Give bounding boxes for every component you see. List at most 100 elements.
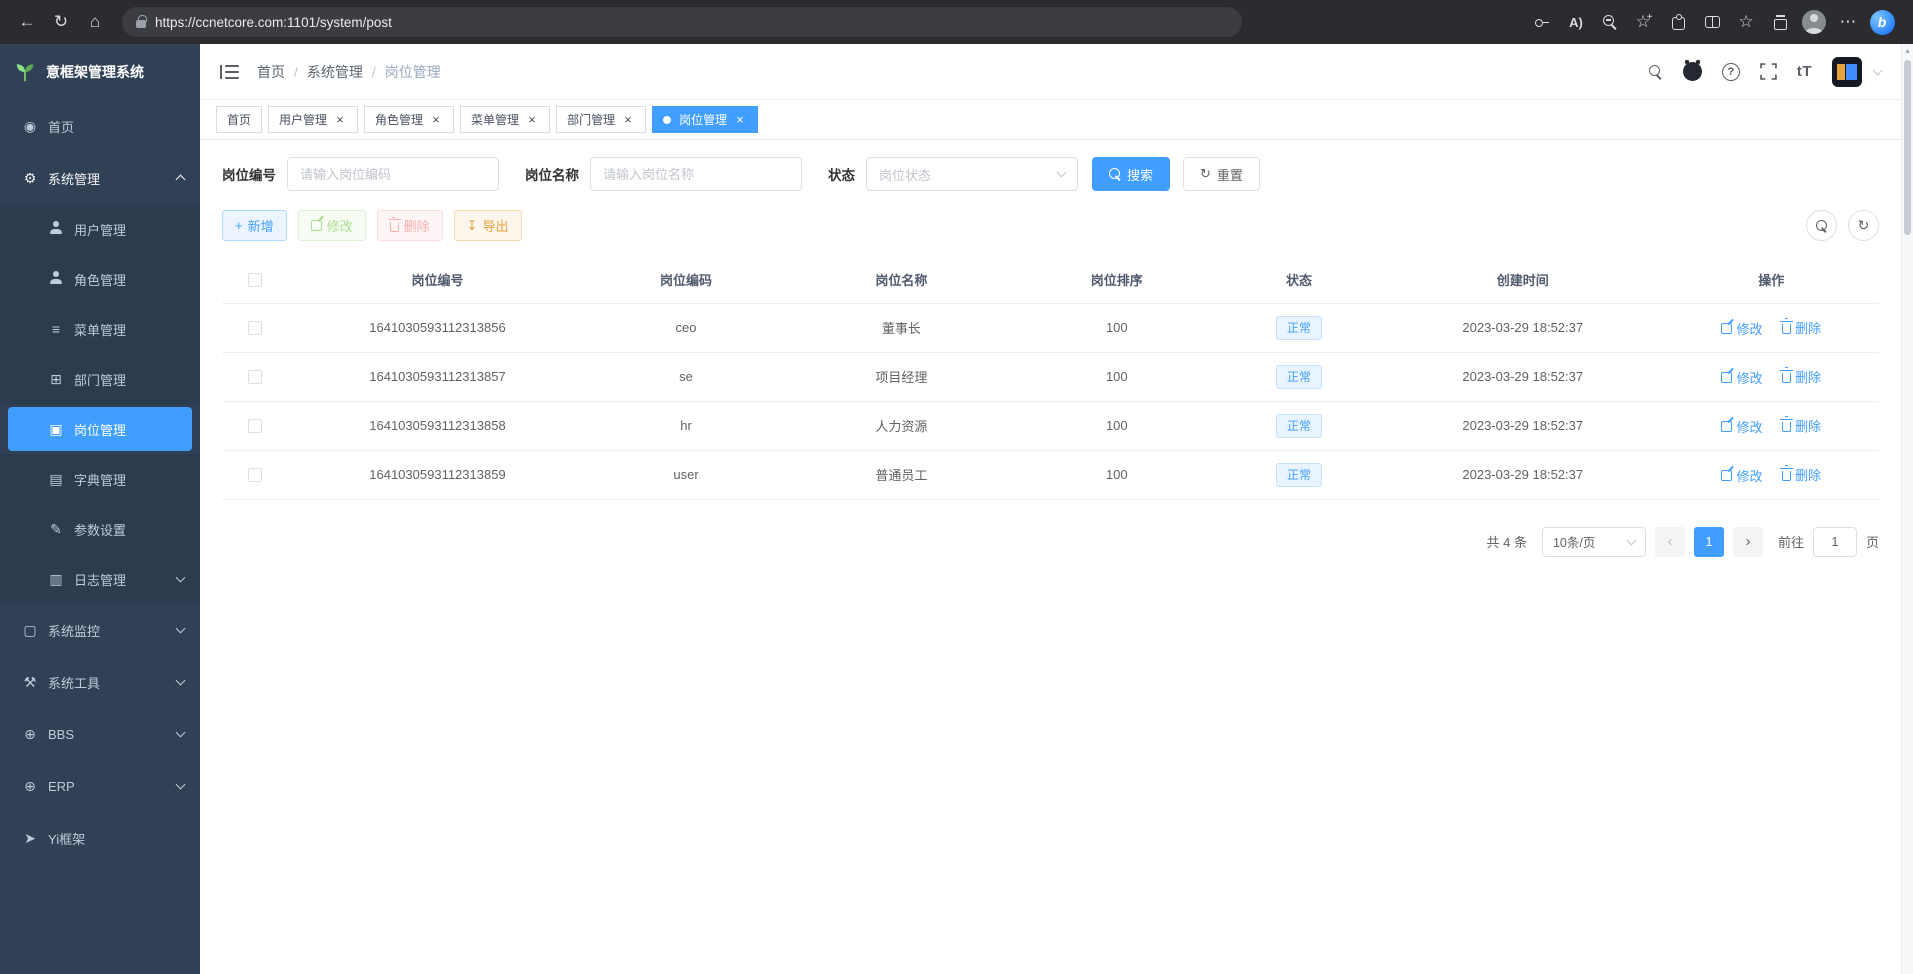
page-size-select[interactable]: 10条/页: [1542, 527, 1646, 557]
sidebar-item-home[interactable]: ◉ 首页: [0, 100, 200, 152]
password-key-icon[interactable]: [1525, 6, 1559, 38]
split-screen-icon[interactable]: [1695, 6, 1729, 38]
favorites-bar-icon[interactable]: ☆: [1729, 6, 1763, 38]
tab-users[interactable]: 用户管理 ×: [268, 106, 358, 133]
row-delete-button[interactable]: 删除: [1782, 367, 1821, 386]
scrollbar-thumb[interactable]: [1904, 60, 1911, 235]
sidebar-toggle-icon[interactable]: [220, 65, 239, 79]
row-delete-button[interactable]: 删除: [1782, 416, 1821, 435]
select-all-checkbox[interactable]: [248, 273, 262, 287]
browser-profile-avatar[interactable]: [1797, 6, 1831, 38]
user-avatar-menu[interactable]: [1832, 57, 1862, 87]
tab-roles[interactable]: 角色管理 ×: [364, 106, 454, 133]
scrollbar-up-arrow[interactable]: ▴: [1902, 44, 1913, 55]
row-delete-button[interactable]: 删除: [1782, 318, 1821, 337]
address-bar[interactable]: https://ccnetcore.com:1101/system/post: [122, 7, 1242, 37]
close-icon[interactable]: ×: [733, 113, 747, 127]
close-icon[interactable]: ×: [621, 113, 635, 127]
row-edit-label: 修改: [1736, 319, 1762, 338]
sidebar-item-menus[interactable]: ≡ 菜单管理: [0, 304, 200, 354]
export-button-label: 导出: [483, 216, 509, 235]
chevron-down-icon: [176, 573, 186, 583]
copilot-bing-icon[interactable]: b: [1865, 6, 1899, 38]
tab-posts-active[interactable]: 岗位管理 ×: [652, 106, 758, 133]
post-code-input[interactable]: [287, 157, 499, 191]
edit-button[interactable]: 修改: [298, 210, 366, 241]
post-name-input[interactable]: [590, 157, 802, 191]
sidebar-item-erp[interactable]: ⊕ ERP: [0, 760, 200, 812]
sidebar-item-monitoring[interactable]: ▢ 系统监控: [0, 604, 200, 656]
tab-departments[interactable]: 部门管理 ×: [556, 106, 646, 133]
row-edit-button[interactable]: 修改: [1721, 319, 1762, 338]
tab-menus[interactable]: 菜单管理 ×: [460, 106, 550, 133]
prev-page-button[interactable]: ‹: [1655, 527, 1685, 557]
sidebar-item-bbs[interactable]: ⊕ BBS: [0, 708, 200, 760]
row-edit-button[interactable]: 修改: [1721, 368, 1762, 387]
reset-button[interactable]: ↻ 重置: [1183, 157, 1260, 191]
extensions-icon[interactable]: [1661, 6, 1695, 38]
browser-back-button[interactable]: ←: [10, 6, 44, 38]
chevron-down-icon: [176, 780, 186, 790]
close-icon[interactable]: ×: [525, 113, 539, 127]
toggle-search-button[interactable]: [1806, 210, 1837, 241]
table-row[interactable]: 1641030593112313859 user 普通员工 100 正常 202…: [222, 450, 1879, 499]
next-page-button[interactable]: ›: [1733, 527, 1763, 557]
add-favorite-icon[interactable]: ☆+: [1627, 6, 1661, 38]
goto-page-input[interactable]: [1813, 527, 1857, 557]
row-edit-button[interactable]: 修改: [1721, 466, 1762, 485]
refresh-icon: ↻: [1200, 166, 1211, 182]
help-button[interactable]: ?: [1722, 63, 1740, 81]
sidebar-item-posts[interactable]: ▣ 岗位管理: [8, 407, 192, 451]
sidebar-item-departments[interactable]: ⊞ 部门管理: [0, 354, 200, 404]
header-search-button[interactable]: [1649, 65, 1663, 79]
browser-home-button[interactable]: ⌂: [78, 6, 112, 38]
row-delete-label: 删除: [1795, 367, 1821, 386]
browser-more-menu[interactable]: ⋯: [1831, 6, 1865, 38]
sidebar-item-logs[interactable]: ▥ 日志管理: [0, 554, 200, 604]
sidebar-item-roles[interactable]: 角色管理: [0, 254, 200, 304]
row-checkbox[interactable]: [248, 419, 262, 433]
table-row[interactable]: 1641030593112313856 ceo 董事长 100 正常 2023-…: [222, 303, 1879, 352]
collections-icon[interactable]: [1763, 6, 1797, 38]
row-delete-button[interactable]: 删除: [1782, 465, 1821, 484]
tab-home[interactable]: 首页: [216, 106, 262, 133]
close-icon[interactable]: ×: [333, 113, 347, 127]
fullscreen-button[interactable]: [1760, 63, 1777, 80]
status-select[interactable]: 岗位状态: [866, 157, 1078, 191]
sidebar-item-parameters[interactable]: ✎ 参数设置: [0, 504, 200, 554]
row-delete-label: 删除: [1795, 465, 1821, 484]
goto-label: 前往: [1778, 532, 1804, 551]
breadcrumb-home[interactable]: 首页: [257, 62, 285, 82]
sidebar-item-dictionary[interactable]: ▤ 字典管理: [0, 454, 200, 504]
browser-refresh-button[interactable]: ↻: [44, 6, 78, 38]
table-row[interactable]: 1641030593112313857 se 项目经理 100 正常 2023-…: [222, 352, 1879, 401]
close-icon[interactable]: ×: [429, 113, 443, 127]
text-size-button[interactable]: tT: [1797, 63, 1812, 80]
cell-post-sort: 100: [1017, 401, 1216, 450]
delete-button[interactable]: 删除: [377, 210, 443, 241]
breadcrumb-system[interactable]: 系统管理: [307, 62, 363, 82]
read-aloud-icon[interactable]: A): [1559, 6, 1593, 38]
search-button[interactable]: 搜索: [1092, 157, 1170, 191]
github-link[interactable]: [1683, 62, 1702, 81]
page-scrollbar[interactable]: ▴: [1901, 44, 1913, 974]
avatar-caret-icon[interactable]: [1873, 65, 1883, 75]
page-button-1[interactable]: 1: [1694, 527, 1724, 557]
cell-post-id: 1641030593112313857: [288, 352, 586, 401]
row-checkbox[interactable]: [248, 321, 262, 335]
row-checkbox[interactable]: [248, 468, 262, 482]
sidebar-item-system[interactable]: ⚙ 系统管理: [0, 152, 200, 204]
sidebar-item-tools[interactable]: ⚒ 系统工具: [0, 656, 200, 708]
app-logo[interactable]: 意框架管理系统: [0, 44, 200, 100]
row-checkbox[interactable]: [248, 370, 262, 384]
sidebar-item-users[interactable]: 用户管理: [0, 204, 200, 254]
export-button[interactable]: ↧ 导出: [454, 210, 522, 241]
add-button[interactable]: + 新增: [222, 210, 287, 241]
sidebar-item-yi-framework[interactable]: ➤ Yi框架: [0, 812, 200, 864]
refresh-table-button[interactable]: ↻: [1848, 210, 1879, 241]
row-edit-button[interactable]: 修改: [1721, 417, 1762, 436]
zoom-out-icon[interactable]: [1593, 6, 1627, 38]
status-badge: 正常: [1276, 316, 1322, 340]
table-row[interactable]: 1641030593112313858 hr 人力资源 100 正常 2023-…: [222, 401, 1879, 450]
filter-status: 状态 岗位状态: [828, 157, 1078, 191]
